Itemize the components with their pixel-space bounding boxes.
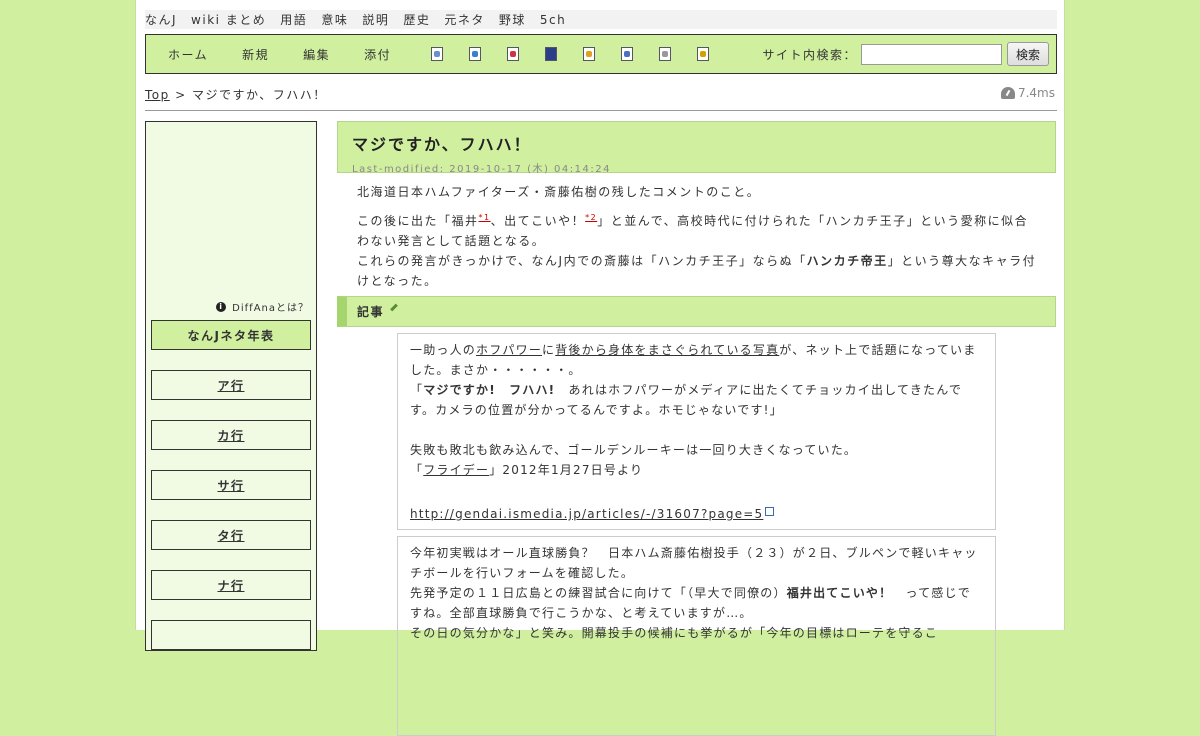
quote-text: 先発予定の１１日広島との練習試合に向けて「（早大で同僚の）: [410, 586, 787, 600]
lock-icon[interactable]: [583, 47, 596, 61]
edit-pencil-icon[interactable]: [390, 303, 398, 312]
intro-paragraph: 北海道日本ハムファイターズ・斎藤佑樹の残したコメントのこと。 この後に出た「福井…: [357, 182, 1037, 291]
intro-bold: ハンカチ帝王: [806, 254, 888, 268]
sidebar-item-label: ア行: [217, 378, 245, 393]
nav-link-motoneta[interactable]: 元ネタ: [444, 11, 485, 28]
quote-text: 「: [410, 463, 424, 477]
page-title-box: マジですか、フハハ！ Last-modified: 2019-10-17 (木)…: [337, 121, 1056, 175]
quote-line: 一助っ人のホフパワーに背後から身体をまさぐられている写真が、ネット上で話題になっ…: [410, 340, 983, 380]
quote-line: 今年初実戦はオール直球勝負？ 日本ハム斎藤佑樹投手（２３）が２日、ブルペンで軽い…: [410, 546, 978, 580]
render-time-value: 7.4ms: [1017, 86, 1055, 100]
toolbar: ホーム 新規 編集 添付 サイト内検索： 検索: [145, 34, 1057, 74]
home-button[interactable]: ホーム: [168, 46, 208, 63]
nav-link-nanj[interactable]: なんJ: [145, 11, 177, 28]
sidebar-item-sa-gyou[interactable]: サ行: [151, 470, 311, 500]
intro-text: この後に出た「福井: [357, 214, 479, 228]
quote-line: 失敗も敗北も飲み込んで、ゴールデンルーキーは一回り大きくなっていた。: [410, 443, 858, 457]
nav-link-rekishi[interactable]: 歴史: [403, 11, 430, 28]
article-quote-2: 今年初実戦はオール直球勝負？ 日本ハム斎藤佑樹投手（２３）が２日、ブルペンで軽い…: [397, 536, 996, 736]
friday-link[interactable]: フライデー: [423, 463, 489, 477]
intro-line-2: この後に出た「福井*1、出てこいや！*2」と並んで、高校時代に付けられた「ハンカ…: [357, 208, 1037, 251]
breadcrumb: Top > マジですか、フハハ！: [145, 86, 327, 103]
quote-text: 「: [410, 383, 424, 397]
quote-bold: マジですか! フハハ!: [423, 383, 556, 397]
sidebar: i DiffAnaとは？ なんJネタ年表 ア行 カ行 サ行 タ行 ナ行: [145, 121, 317, 651]
quote-line: その日の気分かな」と笑み。開幕投手の候補にも挙がるが「今年の目標はローテを守るこ: [410, 626, 939, 640]
nav-link-yakyu[interactable]: 野球: [499, 11, 526, 28]
source-url-line: http://gendai.ismedia.jp/articles/-/3160…: [410, 504, 983, 524]
sidebar-item-ta-gyou[interactable]: タ行: [151, 520, 311, 550]
intro-line-3: これらの発言がきっかけで、なんJ内での斎藤は「ハンカチ王子」ならぬ「ハンカチ帝王…: [357, 251, 1037, 291]
sidebar-item-label: カ行: [217, 428, 245, 443]
article-quote-1: 一助っ人のホフパワーに背後から身体をまさぐられている写真が、ネット上で話題になっ…: [397, 333, 996, 530]
new-page-button[interactable]: 新規: [242, 46, 269, 63]
diffana-label: DiffAnaとは？: [232, 303, 309, 314]
render-time: 7.4ms: [1000, 86, 1055, 100]
search-input[interactable]: [861, 43, 1002, 65]
source-url-link[interactable]: http://gendai.ismedia.jp/articles/-/3160…: [410, 507, 763, 521]
breadcrumb-separator: >: [175, 88, 187, 102]
intro-line-1: 北海道日本ハムファイターズ・斎藤佑樹の残したコメントのこと。: [357, 185, 761, 199]
divider: [145, 110, 1057, 111]
nav-link-yougo[interactable]: 用語: [280, 11, 307, 28]
speed-gauge-icon: [1000, 87, 1015, 99]
copy-icon[interactable]: [621, 47, 634, 61]
search-page-icon[interactable]: [469, 47, 482, 61]
site-search: サイト内検索： 検索: [762, 42, 1049, 66]
footnote-link-1[interactable]: *1: [479, 213, 491, 222]
sidebar-item-na-gyou[interactable]: ナ行: [151, 570, 311, 600]
nav-link-imi[interactable]: 意味: [321, 11, 348, 28]
page-container: なんJ wiki まとめ 用語 意味 説明 歴史 元ネタ 野球 5ch ホーム …: [135, 0, 1065, 736]
top-nav: なんJ wiki まとめ 用語 意味 説明 歴史 元ネタ 野球 5ch: [145, 10, 1057, 29]
quote-text: に: [542, 343, 556, 357]
page-title: マジですか、フハハ！: [352, 135, 532, 154]
nav-link-5ch[interactable]: 5ch: [540, 13, 566, 27]
delete-icon[interactable]: [507, 47, 520, 61]
breadcrumb-top-link[interactable]: Top: [145, 88, 170, 102]
attach-button[interactable]: 添付: [364, 46, 391, 63]
sidebar-item-a-gyou[interactable]: ア行: [151, 370, 311, 400]
diffana-link[interactable]: i DiffAnaとは？: [216, 299, 309, 314]
quote-text: 一助っ人の: [410, 343, 477, 357]
search-label: サイト内検索：: [762, 47, 857, 62]
sidebar-item-ka-gyou[interactable]: カ行: [151, 420, 311, 450]
edit-button[interactable]: 編集: [303, 46, 330, 63]
intro-text: 、出てこいや！: [490, 214, 586, 228]
photo-link[interactable]: 背後から身体をまさぐられている写真: [555, 343, 779, 357]
sidebar-item-label: なんJネタ年表: [187, 328, 275, 343]
search-button[interactable]: 検索: [1007, 42, 1049, 66]
quote-line: 先発予定の１１日広島との練習試合に向けて「（早大で同僚の）福井出てこいや！ って…: [410, 583, 983, 623]
last-modified: Last-modified: 2019-10-17 (木) 04:14:24: [352, 164, 611, 175]
toolbar-icons: [431, 47, 735, 61]
quote-line: 「フライデー」2012年1月27日号より: [410, 460, 983, 480]
section-heading-kiji: 記事: [337, 296, 1056, 327]
sidebar-item-label: タ行: [217, 528, 245, 543]
save-icon[interactable]: [545, 47, 558, 61]
footnote-link-2[interactable]: *2: [585, 213, 597, 222]
hoffpauir-link[interactable]: ホフパワー: [476, 343, 542, 357]
breadcrumb-current: マジですか、フハハ！: [191, 88, 327, 102]
sidebar-item-next[interactable]: [151, 620, 311, 650]
section-title: 記事: [357, 305, 385, 319]
sidebar-item-nenpyo[interactable]: なんJネタ年表: [151, 320, 311, 350]
info-icon: i: [216, 301, 227, 312]
nav-link-wiki-matome[interactable]: wiki まとめ: [191, 11, 266, 28]
quote-bold: 福井出てこいや！: [786, 586, 893, 600]
quote-text: 」2012年1月27日号より: [489, 463, 644, 477]
list-icon[interactable]: [659, 47, 672, 61]
main-content: マジですか、フハハ！ Last-modified: 2019-10-17 (木)…: [337, 121, 1056, 736]
nav-link-setsumei[interactable]: 説明: [362, 11, 389, 28]
new-page-icon[interactable]: [431, 47, 444, 61]
external-link-icon: [765, 507, 775, 516]
sidebar-item-label: サ行: [217, 478, 245, 493]
help-icon[interactable]: [697, 47, 710, 61]
sidebar-item-label: ナ行: [217, 578, 245, 593]
quote-line: 「マジですか! フハハ! あれはホフパワーがメディアに出たくてチョッカイ出してき…: [410, 380, 983, 420]
intro-text: これらの発言がきっかけで、なんJ内での斎藤は「ハンカチ王子」ならぬ「: [357, 254, 807, 268]
